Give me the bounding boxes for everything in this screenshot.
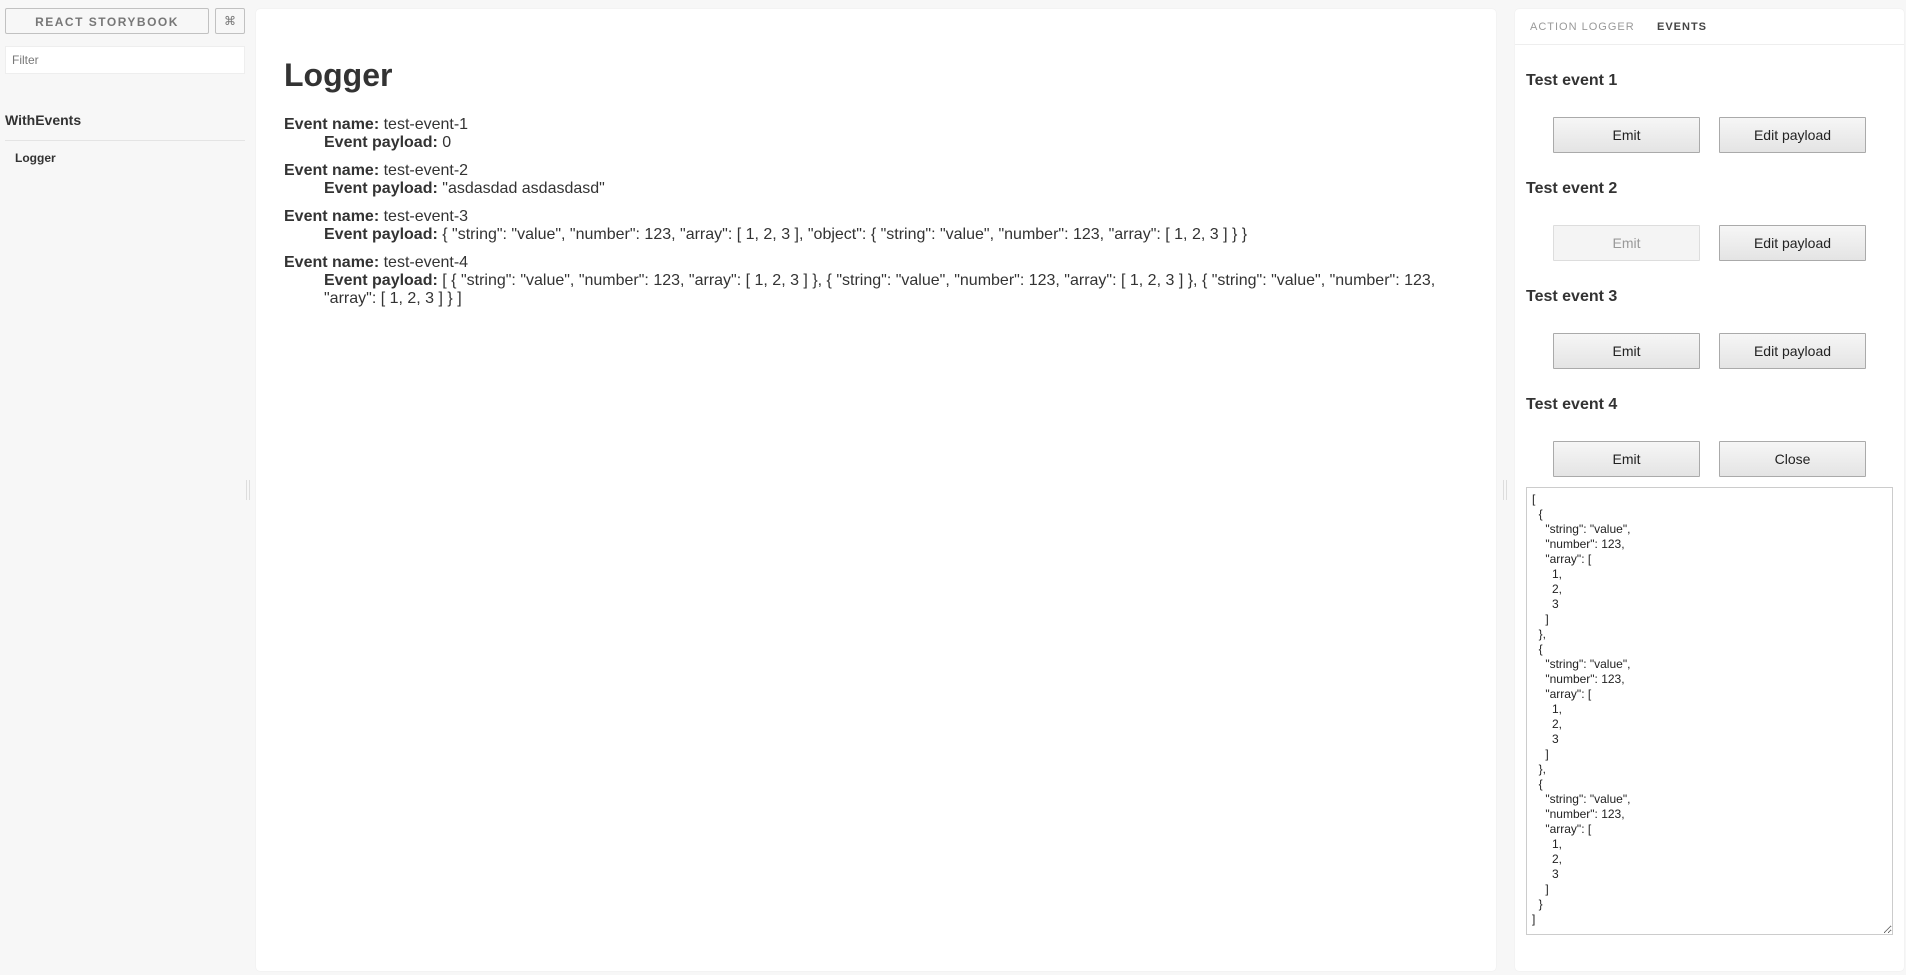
event-title: Test event 1 <box>1526 72 1618 89</box>
log-entry: Event name: test-event-2 Event payload: … <box>284 162 1464 198</box>
sidebar: REACT STORYBOOK ⌘ WithEvents Logger <box>0 0 250 975</box>
event-name-label: Event name: <box>284 254 380 271</box>
shortcuts-button[interactable]: ⌘ <box>215 8 245 34</box>
filter-input[interactable] <box>5 46 245 74</box>
event-title: Test event 3 <box>1526 288 1618 305</box>
sidebar-resize-handle[interactable] <box>246 480 250 500</box>
emit-button[interactable]: Emit <box>1553 117 1700 153</box>
addon-tabs: ACTION LOGGER EVENTS <box>1515 9 1904 45</box>
event-name-label: Event name: <box>284 162 380 179</box>
event-title: Test event 2 <box>1526 180 1618 197</box>
tab-action-logger[interactable]: ACTION LOGGER <box>1530 21 1635 33</box>
edit-payload-button[interactable]: Edit payload <box>1719 117 1866 153</box>
event-name-label: Event name: <box>284 116 380 133</box>
edit-payload-button[interactable]: Edit payload <box>1719 225 1866 261</box>
log-entry: Event name: test-event-3 Event payload: … <box>284 208 1464 244</box>
event-title: Test event 4 <box>1526 396 1618 413</box>
event-payload-value: [ { "string": "value", "number": 123, "a… <box>324 272 1436 307</box>
event-payload-label: Event payload: <box>324 226 438 243</box>
event-name-value: test-event-2 <box>383 162 469 179</box>
kind-divider <box>5 140 245 141</box>
panel-resize-handle[interactable] <box>1503 480 1507 500</box>
event-payload-label: Event payload: <box>324 134 438 151</box>
tab-events[interactable]: EVENTS <box>1657 21 1707 33</box>
event-name-value: test-event-3 <box>383 208 469 225</box>
close-payload-button[interactable]: Close <box>1719 441 1866 477</box>
event-name-label: Event name: <box>284 208 380 225</box>
payload-editor-textarea[interactable]: [ { "string": "value", "number": 123, "a… <box>1526 487 1893 935</box>
storybook-brand-button[interactable]: REACT STORYBOOK <box>5 8 209 34</box>
event-log-list: Event name: test-event-1 Event payload: … <box>284 116 1464 318</box>
log-entry: Event name: test-event-1 Event payload: … <box>284 116 1464 152</box>
event-payload-label: Event payload: <box>324 180 438 197</box>
addon-panel: ACTION LOGGER EVENTS Test event 1 Emit E… <box>1515 9 1904 971</box>
story-preview: Logger Event name: test-event-1 Event pa… <box>256 9 1496 971</box>
event-name-value: test-event-1 <box>383 116 469 133</box>
emit-button[interactable]: Emit <box>1553 333 1700 369</box>
emit-button-disabled[interactable]: Emit <box>1553 225 1700 261</box>
log-entry: Event name: test-event-4 Event payload: … <box>284 254 1464 308</box>
event-payload-label: Event payload: <box>324 272 438 289</box>
edit-payload-button[interactable]: Edit payload <box>1719 333 1866 369</box>
story-item-logger[interactable]: Logger <box>15 151 56 165</box>
event-payload-value: { "string": "value", "number": 123, "arr… <box>442 226 1248 243</box>
event-name-value: test-event-4 <box>383 254 469 271</box>
command-icon: ⌘ <box>224 14 236 28</box>
event-payload-value: 0 <box>442 134 452 151</box>
page-title: Logger <box>284 57 393 93</box>
event-payload-value: "asdasdad asdasdasd" <box>442 180 605 197</box>
emit-button[interactable]: Emit <box>1553 441 1700 477</box>
kind-title-withevents[interactable]: WithEvents <box>5 112 81 128</box>
